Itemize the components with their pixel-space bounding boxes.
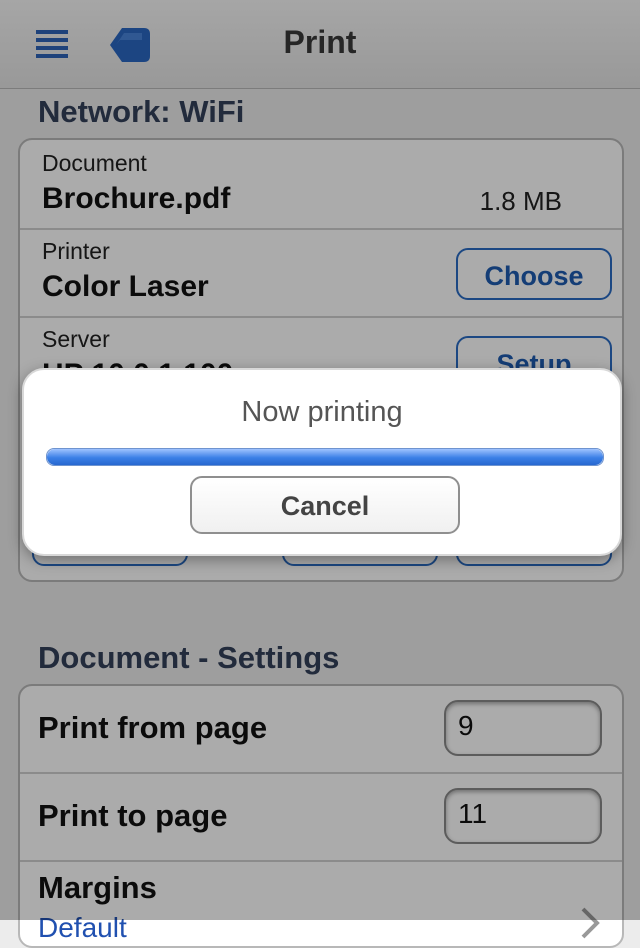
progress-fill bbox=[47, 449, 603, 465]
printing-dialog: Now printing Cancel bbox=[22, 368, 622, 556]
dialog-title: Now printing bbox=[241, 396, 403, 428]
cancel-button[interactable]: Cancel bbox=[190, 476, 460, 534]
progress-bar bbox=[46, 448, 604, 466]
